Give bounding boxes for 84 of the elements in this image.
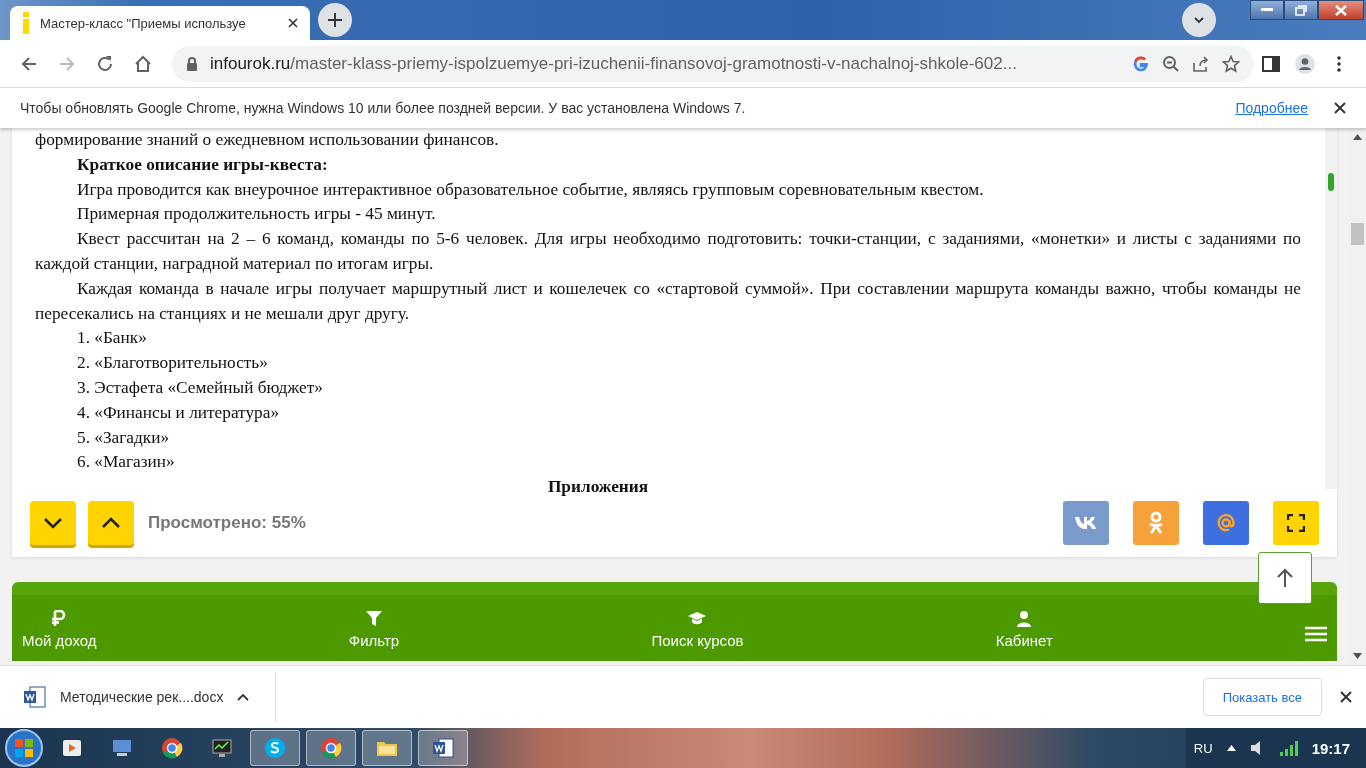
scroll-to-top-button[interactable] — [1258, 552, 1312, 604]
restore-button[interactable] — [1284, 0, 1318, 20]
fullscreen-icon — [1287, 514, 1305, 532]
nav-tab[interactable]: Мой доход — [22, 610, 97, 649]
lock-icon — [186, 56, 198, 71]
chrome-icon[interactable] — [161, 737, 183, 759]
word-icon[interactable] — [432, 737, 454, 759]
signal-icon[interactable] — [1279, 740, 1298, 756]
viewed-percent-text: Просмотрено: 55% — [148, 513, 307, 533]
details-link[interactable]: Подробнее — [1235, 100, 1308, 116]
zoom-out-icon[interactable] — [1162, 54, 1180, 73]
section-heading: Краткое описание игры-квеста: — [76, 153, 329, 176]
monitor-chart-icon[interactable] — [211, 737, 233, 759]
paragraph: Примерная продолжительность игры - 45 минут. — [76, 203, 437, 226]
menu-icon — [1305, 626, 1328, 642]
nav-tab[interactable]: Фильтр — [348, 610, 400, 649]
url-text: infourok.ru/master-klass-priemy-ispolzuemye-pri-izuchenii-finansovoj-gramotnosti-v-nachalnoj-shkole-602... — [210, 53, 1018, 74]
vk-logo-icon — [1074, 516, 1098, 530]
media-player-icon[interactable] — [61, 737, 83, 759]
close-icon — [1334, 4, 1348, 16]
page-up-button[interactable] — [88, 501, 134, 545]
vk-share-button[interactable] — [1063, 501, 1109, 545]
list-item: 4. «Финансы и литература» — [76, 401, 281, 424]
close-icon[interactable] — [1340, 691, 1352, 703]
language-indicator[interactable]: RU — [1193, 740, 1213, 756]
list-item: 3. Эстафета «Семейный бюджет» — [76, 376, 324, 399]
home-icon[interactable] — [134, 54, 152, 73]
start-button-icon[interactable] — [4, 728, 44, 768]
chevron-down-icon — [1193, 16, 1205, 24]
show-all-button[interactable]: Показать все — [1202, 678, 1322, 716]
chevron-up-icon — [101, 517, 121, 529]
filter-icon — [365, 610, 383, 628]
minimize-button[interactable] — [1250, 0, 1284, 20]
nav-tab[interactable]: Кабинет — [995, 610, 1053, 649]
browser-tab[interactable]: Мастер-класс "Приемы используе — [10, 6, 310, 40]
chrome-icon[interactable] — [320, 737, 342, 759]
tab-title: Мастер-класс "Приемы используе — [40, 15, 247, 31]
fullscreen-button[interactable] — [1273, 501, 1319, 545]
scroll-up-arrow-icon[interactable] — [1353, 134, 1362, 140]
scrollbar-thumb[interactable] — [1351, 223, 1364, 245]
address-bar[interactable]: infourok.ru/master-klass-priemy-ispolzuemye-pri-izuchenii-finansovoj-gramotnosti-v-nachalnoj-shkole-602... — [172, 45, 1254, 82]
favicon-icon — [22, 12, 30, 34]
paragraph: Игра проводится как внеурочное интерактивное образовательное событие, являясь групповым соревновательным квестом. — [76, 178, 985, 201]
profile-icon[interactable] — [1295, 53, 1315, 74]
page-down-button[interactable] — [30, 501, 76, 545]
restore-icon — [1295, 4, 1307, 16]
paragraph: Квест рассчитан на 2 – 6 команд, команды по 5-6 человек. Для игры необходимо подготовить: точки-станции, с заданиями, «монетки» и листы с заданиями по каждой станции, наградной материал по итогам игры. — [35, 228, 1301, 275]
close-window-button[interactable] — [1318, 0, 1364, 20]
back-icon[interactable] — [20, 54, 38, 73]
paragraph: формирование знаний о ежедневном использовании финансов. — [35, 129, 500, 151]
paragraph: Каждая команда в начале игры получает маршрутный лист и кошелечек со «стартовой суммой». При составлении маршрута команды важно, чтобы команды не пересекались на станциях и не мешали друг другу. — [35, 277, 1301, 325]
new-tab-button[interactable] — [318, 3, 352, 37]
skype-icon[interactable] — [264, 737, 286, 759]
list-item: 2. «Благотворительность» — [76, 352, 269, 375]
list-item: 5. «Загадки» — [76, 426, 171, 449]
download-item[interactable]: Методические рек....docx — [24, 672, 277, 722]
list-item: 1. «Банк» — [76, 327, 148, 350]
chevron-up-icon[interactable] — [237, 693, 250, 701]
chevron-down-icon — [43, 517, 63, 529]
download-file-name: Методические рек....docx — [60, 689, 224, 705]
share-icon[interactable] — [1192, 54, 1210, 73]
chevron-up-icon[interactable] — [1226, 745, 1236, 751]
minimize-icon — [1261, 8, 1273, 12]
nav-tab[interactable]: Поиск курсов — [651, 610, 744, 649]
star-icon[interactable] — [1222, 54, 1240, 73]
close-icon[interactable] — [288, 18, 298, 28]
word-document-icon — [24, 686, 46, 708]
section-title: Приложения — [546, 476, 650, 499]
scrollbar-thumb[interactable] — [1328, 173, 1334, 191]
clock-time[interactable]: 19:17 — [1311, 739, 1350, 757]
plus-icon — [328, 13, 342, 27]
person-icon — [1015, 610, 1034, 628]
ok-logo-icon — [1148, 511, 1164, 535]
network-computer-icon[interactable] — [111, 737, 133, 759]
side-panel-icon[interactable] — [1261, 53, 1281, 74]
arrow-up-icon — [1276, 568, 1294, 588]
reload-icon[interactable] — [96, 54, 114, 73]
close-icon[interactable] — [1334, 102, 1346, 114]
google-icon[interactable] — [1132, 54, 1150, 73]
scroll-down-arrow-icon[interactable] — [1353, 653, 1362, 659]
update-message: Чтобы обновлять Google Chrome, нужна Windows 10 или более поздней версии. У вас установлена Windows 7. — [20, 100, 747, 116]
tab-search-button[interactable] — [1182, 3, 1216, 37]
at-sign-icon — [1216, 513, 1236, 533]
list-item: 6. «Магазин» — [76, 451, 176, 474]
